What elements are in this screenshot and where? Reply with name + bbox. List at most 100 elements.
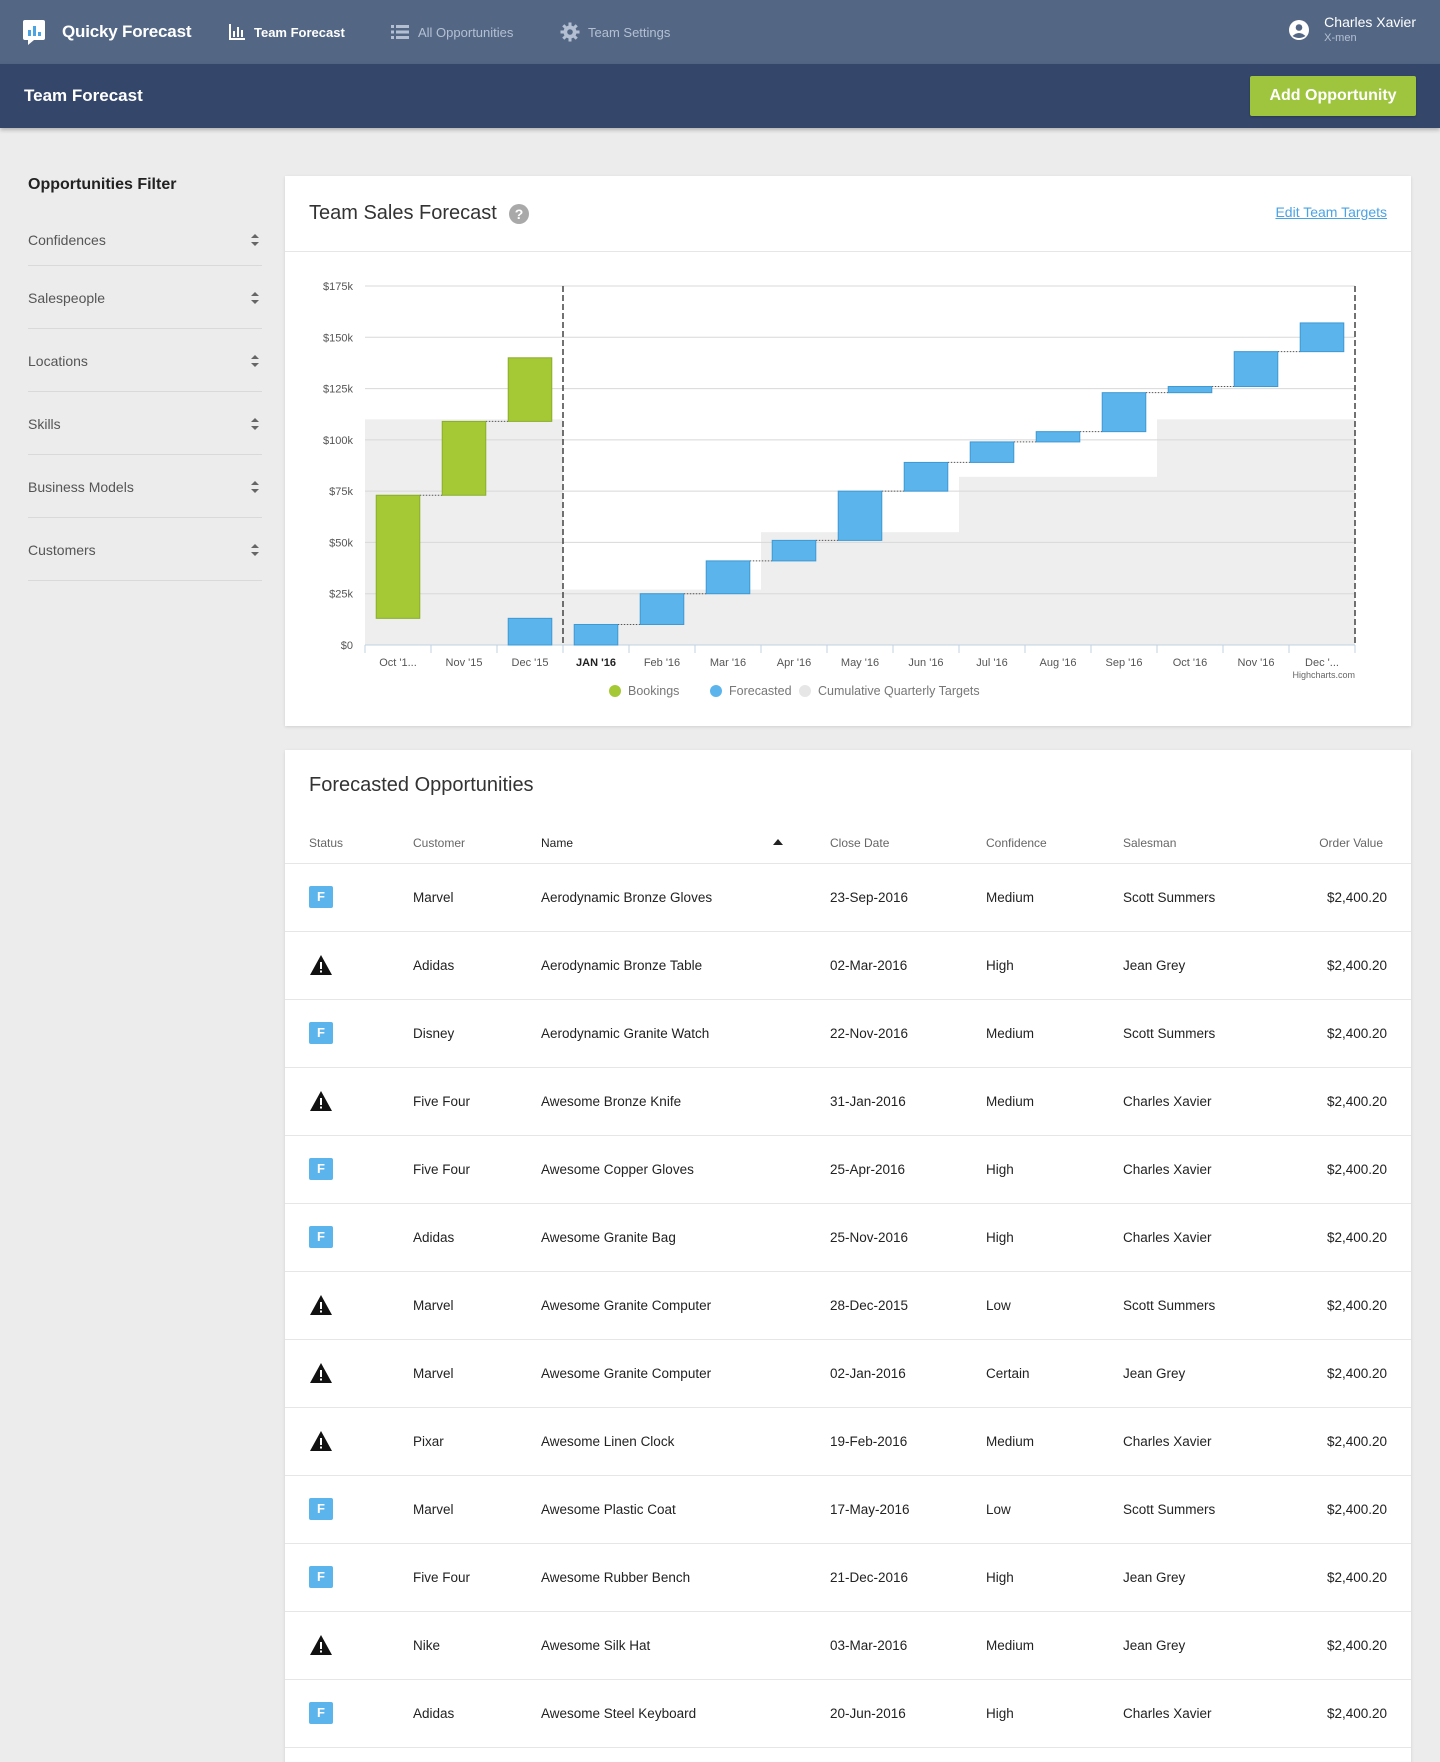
x-tick-label: JAN '16 bbox=[576, 657, 616, 669]
x-tick-label: Feb '16 bbox=[644, 657, 680, 669]
table-row[interactable]: Pixar Awesome Linen Clock 19-Feb-2016 Mediu… bbox=[285, 1408, 1411, 1476]
sort-ascending-icon[interactable] bbox=[773, 839, 783, 845]
filter-skills[interactable]: Skills bbox=[28, 392, 262, 455]
filter-label: Skills bbox=[28, 416, 61, 432]
table-row[interactable]: F Marvel Awesome Plastic Coat 17-May-2016 Lo… bbox=[285, 1476, 1411, 1544]
cell-order-value: $2,400.20 bbox=[1326, 1026, 1387, 1041]
nav-team-settings[interactable]: Team Settings bbox=[560, 20, 670, 44]
opportunities-filter: Opportunities Filter Confidences Salespeo… bbox=[28, 176, 262, 581]
legend-marker bbox=[609, 685, 621, 697]
cell-close-date: 25-Nov-2016 bbox=[830, 1230, 909, 1245]
cell-customer: Nike bbox=[413, 1638, 441, 1653]
filter-business-models[interactable]: Business Models bbox=[28, 455, 262, 518]
column-header-order-value[interactable]: Order Value bbox=[1319, 836, 1383, 850]
bar-chart-icon bbox=[229, 24, 245, 40]
table-title: Forecasted Opportunities bbox=[309, 774, 534, 796]
y-tick-label: $25k bbox=[329, 589, 353, 601]
nav-team-forecast[interactable]: Team Forecast bbox=[228, 20, 345, 44]
x-tick-label: Aug '16 bbox=[1040, 657, 1077, 669]
cell-confidence: High bbox=[986, 1162, 1014, 1177]
cell-name: Aerodynamic Bronze Gloves bbox=[541, 890, 713, 905]
table-row[interactable]: F Marvel Aerodynamic Bronze Gloves 23-Sep-2… bbox=[285, 864, 1411, 932]
list-icon bbox=[391, 25, 409, 39]
column-header-name[interactable]: Name bbox=[541, 836, 573, 850]
filter-locations[interactable]: Locations bbox=[28, 329, 262, 392]
brand[interactable]: Quicky Forecast bbox=[22, 18, 191, 46]
cell-customer: Adidas bbox=[413, 1706, 455, 1721]
cell-name: Awesome Copper Gloves bbox=[541, 1162, 694, 1177]
card-title: Team Sales Forecast bbox=[309, 202, 497, 224]
table-row[interactable]: Five Four Awesome Bronze Knife 31-Jan-2016… bbox=[285, 1068, 1411, 1136]
cell-confidence: Medium bbox=[986, 1094, 1035, 1109]
cell-order-value: $2,400.20 bbox=[1326, 1570, 1387, 1585]
status-label: F bbox=[309, 886, 333, 908]
forecasted-bar bbox=[507, 617, 553, 646]
status-forecast-badge: F bbox=[309, 1702, 333, 1726]
chart-credit: Highcharts.com bbox=[1292, 670, 1355, 680]
column-header-close-date[interactable]: Close Date bbox=[830, 836, 889, 850]
cell-order-value: $2,400.20 bbox=[1326, 1638, 1387, 1653]
x-tick-label: Jun '16 bbox=[908, 657, 943, 669]
nav-all-opportunities[interactable]: All Opportunities bbox=[390, 20, 513, 44]
legend-label: Cumulative Quarterly Targets bbox=[818, 684, 980, 698]
cell-confidence: Certain bbox=[986, 1366, 1030, 1381]
sort-arrows-icon bbox=[251, 544, 259, 556]
cell-close-date: 28-Dec-2015 bbox=[830, 1298, 909, 1313]
forecasted-bar bbox=[969, 441, 1015, 463]
status-forecast-badge: F bbox=[309, 1022, 333, 1046]
table-row[interactable]: F Adidas Awesome Granite Bag 25-Nov-2016 Hig… bbox=[285, 1204, 1411, 1272]
table-row[interactable]: Adidas Aerodynamic Bronze Table 02-Mar-201… bbox=[285, 932, 1411, 1000]
table-row[interactable]: F Five Four Awesome Rubber Bench 21-Dec-201… bbox=[285, 1544, 1411, 1612]
y-tick-label: $75k bbox=[329, 486, 353, 498]
y-tick-label: $150k bbox=[323, 332, 353, 344]
cell-order-value: $2,400.20 bbox=[1326, 1230, 1387, 1245]
cell-confidence: High bbox=[986, 1230, 1014, 1245]
cell-name: Awesome Silk Hat bbox=[541, 1638, 651, 1653]
cell-customer: Marvel bbox=[413, 1502, 454, 1517]
add-opportunity-button[interactable]: Add Opportunity bbox=[1250, 76, 1416, 116]
filter-customers[interactable]: Customers bbox=[28, 518, 262, 581]
help-icon[interactable]: ? bbox=[509, 204, 529, 224]
column-header-status[interactable]: Status bbox=[309, 836, 343, 850]
filter-confidences[interactable]: Confidences bbox=[28, 212, 262, 266]
column-header-customer[interactable]: Customer bbox=[413, 836, 465, 850]
cell-customer: Marvel bbox=[413, 1366, 454, 1381]
table-row[interactable]: F Five Four Awesome Copper Gloves 25-Apr-20… bbox=[285, 1136, 1411, 1204]
table-row[interactable]: Nike Awesome Silk Hat 03-Mar-2016 Medium Jea… bbox=[285, 1612, 1411, 1680]
cell-close-date: 19-Feb-2016 bbox=[830, 1434, 908, 1449]
sort-arrows-icon bbox=[251, 355, 259, 367]
cell-salesman: Jean Grey bbox=[1123, 1366, 1186, 1381]
x-tick-label: May '16 bbox=[841, 657, 879, 669]
x-tick-label: Jul '16 bbox=[976, 657, 1007, 669]
cell-name: Awesome Plastic Coat bbox=[541, 1502, 676, 1517]
bookings-bar bbox=[507, 357, 553, 422]
column-header-confidence[interactable]: Confidence bbox=[986, 836, 1047, 850]
status-label: F bbox=[309, 1566, 333, 1588]
forecast-waterfall-chart[interactable]: $0 $25k $50k $75k $100k $125k $150k $175k Oct '1… bbox=[285, 253, 1411, 726]
table-row[interactable]: Marvel Awesome Granite Computer 28-Dec-201… bbox=[285, 1272, 1411, 1340]
cell-confidence: High bbox=[986, 1570, 1014, 1585]
table-row[interactable]: F Adidas Awesome Steel Keyboard 20-Jun-2016… bbox=[285, 1680, 1411, 1748]
cell-customer: Disney bbox=[413, 1026, 455, 1041]
table-row[interactable]: F Disney Aerodynamic Granite Watch 22-Nov-2… bbox=[285, 1000, 1411, 1068]
user-team: X-men bbox=[1324, 32, 1357, 44]
cell-name: Awesome Granite Computer bbox=[541, 1366, 712, 1381]
page-header-bar: Team Forecast Add Opportunity bbox=[0, 64, 1440, 128]
top-navigation-bar: Quicky Forecast Team Forecast All Opport… bbox=[0, 0, 1440, 64]
cell-customer: Adidas bbox=[413, 1230, 455, 1245]
y-tick-label: $0 bbox=[341, 640, 353, 652]
edit-team-targets-link[interactable]: Edit Team Targets bbox=[1275, 204, 1387, 220]
table-row[interactable]: Marvel Awesome Granite Computer 02-Jan-201… bbox=[285, 1340, 1411, 1408]
warning-icon bbox=[309, 1634, 333, 1658]
target-step bbox=[959, 476, 1157, 645]
user-menu[interactable]: Charles Xavier X-men bbox=[1288, 14, 1416, 45]
cell-order-value: $2,400.20 bbox=[1326, 1162, 1387, 1177]
gear-icon bbox=[560, 22, 580, 42]
column-header-salesman[interactable]: Salesman bbox=[1123, 836, 1176, 850]
filter-salespeople[interactable]: Salespeople bbox=[28, 266, 262, 329]
forecasted-bar bbox=[837, 490, 883, 541]
cell-close-date: 21-Dec-2016 bbox=[830, 1570, 909, 1585]
cell-salesman: Scott Summers bbox=[1123, 1298, 1216, 1313]
cell-order-value: $2,400.20 bbox=[1326, 1366, 1387, 1381]
account-icon bbox=[1289, 19, 1310, 40]
